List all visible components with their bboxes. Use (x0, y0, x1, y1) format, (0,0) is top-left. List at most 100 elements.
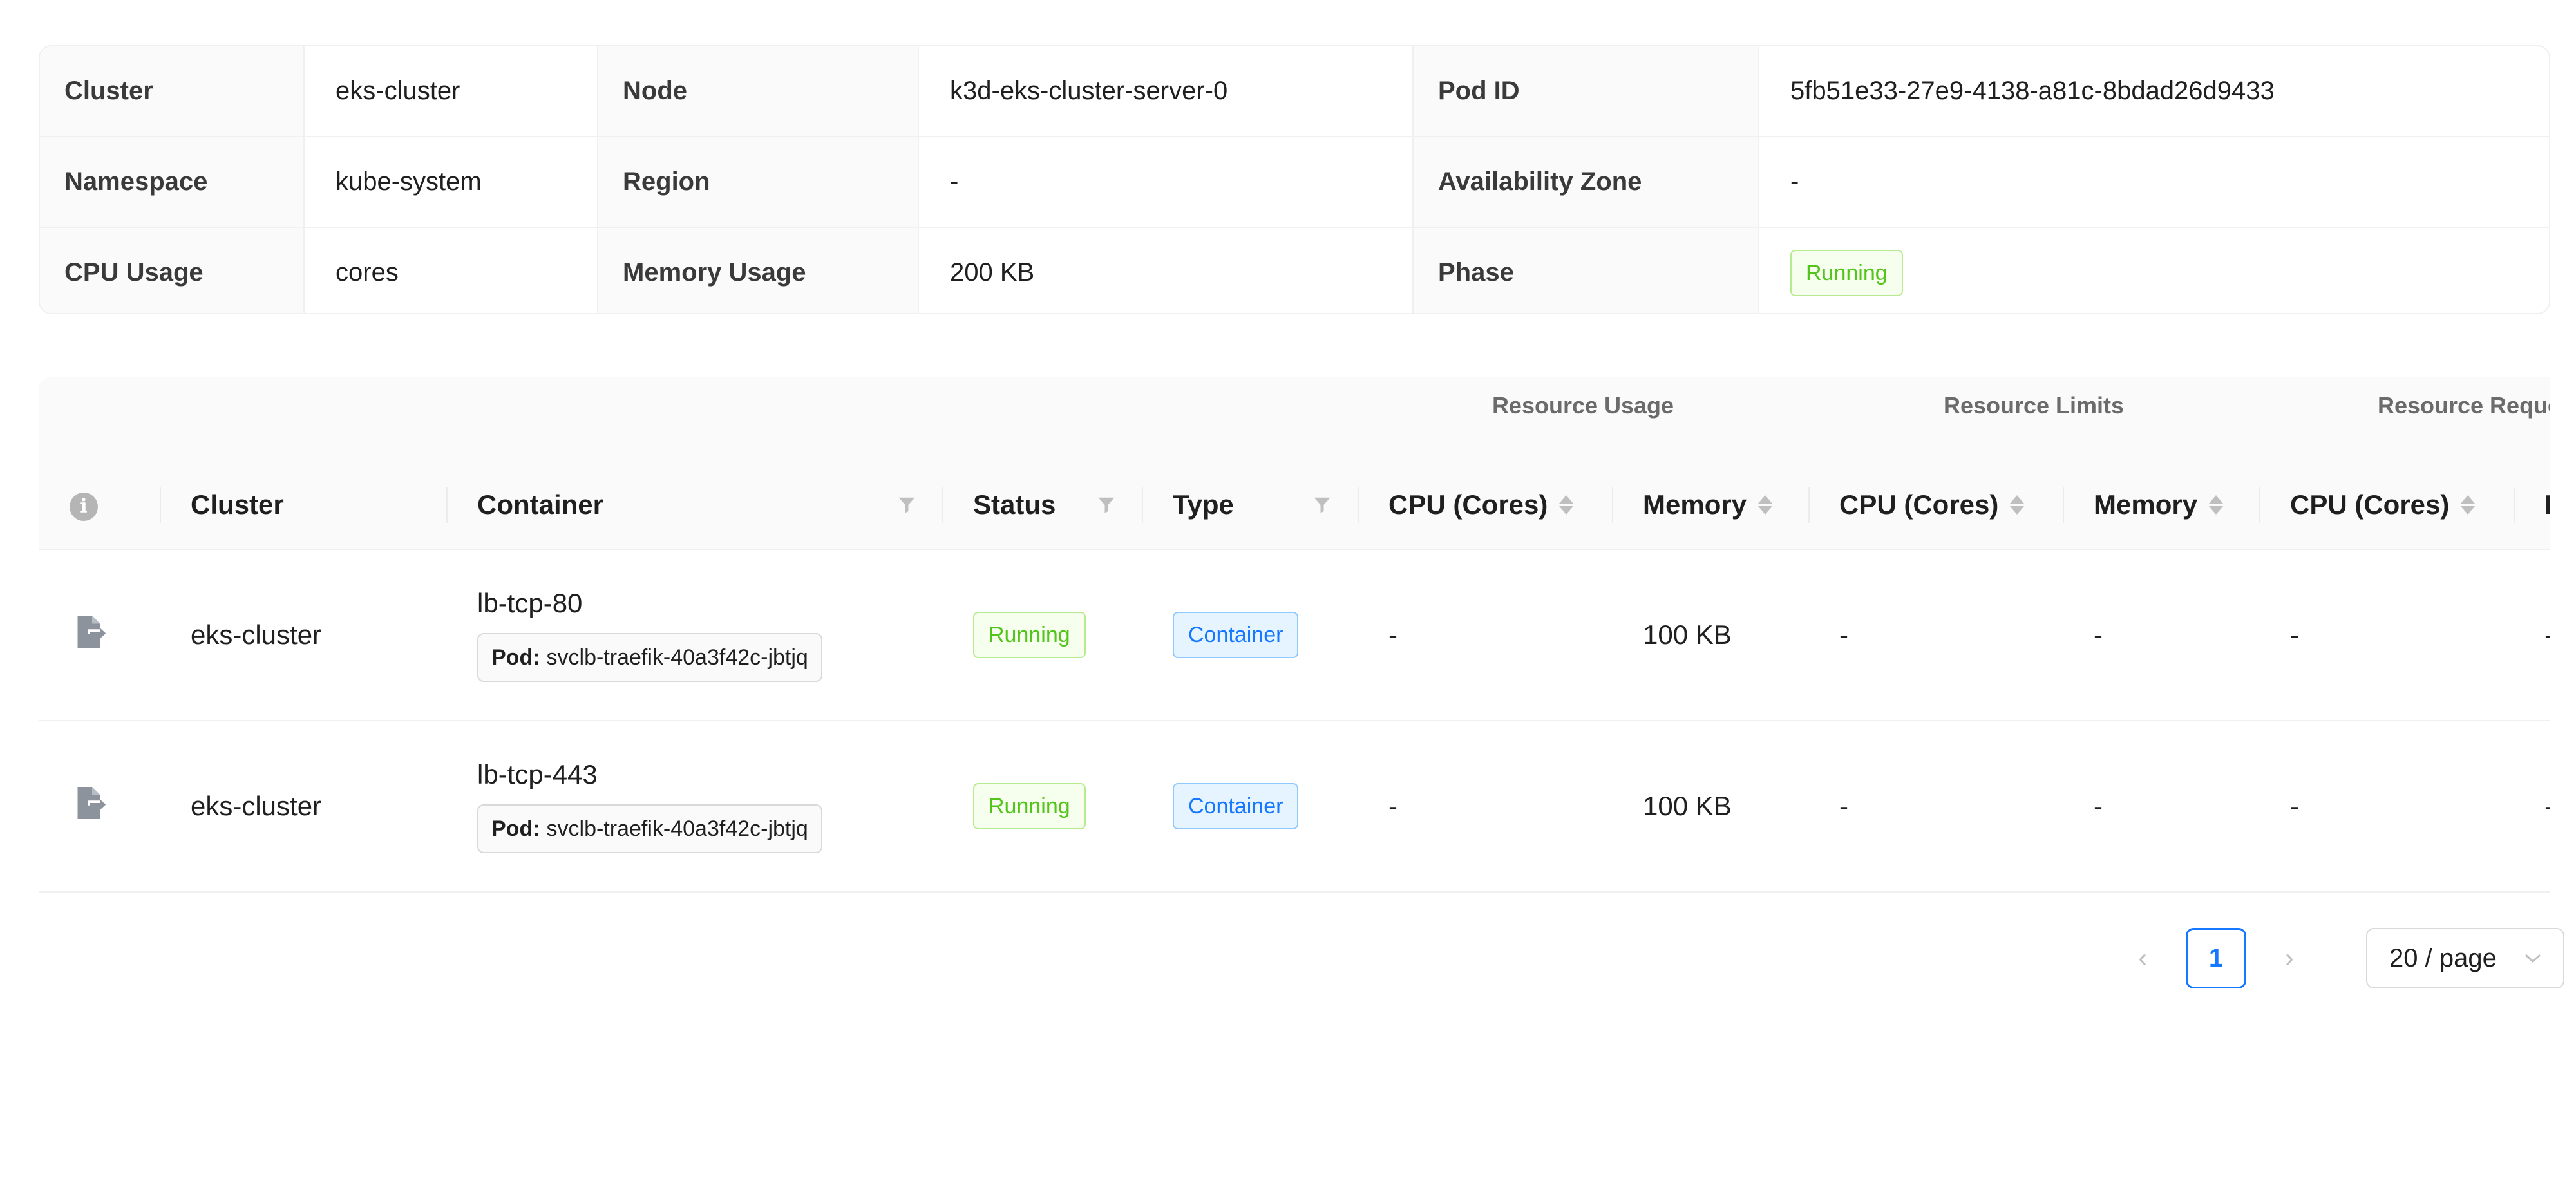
cell-status: Running (942, 721, 1142, 893)
detail-value-node: k3d-eks-cluster-server-0 (918, 46, 1414, 137)
type-badge: Container (1173, 612, 1299, 658)
cell-container: lb-tcp-80 Pod: svclb-traefik-40a3f42c-jbt… (446, 549, 942, 721)
prev-page-button[interactable]: ‹ (2112, 928, 2173, 988)
cell-requests-cpu: - (2259, 721, 2514, 893)
group-header-resource-requests: Resource Reque (2259, 377, 2550, 460)
next-page-button[interactable]: › (2259, 928, 2320, 988)
column-label-container: Container (477, 489, 604, 520)
column-header-type: Type (1142, 460, 1358, 550)
column-label-limits-memory: Memory (2094, 489, 2198, 520)
column-label-requests-cpu: CPU (Cores) (2290, 489, 2450, 520)
cell-type: Container (1142, 721, 1358, 893)
pod-details-table: Cluster eks-cluster Node k3d-eks-cluster… (39, 45, 2550, 314)
table-row: eks-cluster lb-tcp-80 Pod: svclb-traefik-… (39, 549, 2550, 721)
detail-label-namespace: Namespace (40, 136, 305, 228)
pod-tag-value: svclb-traefik-40a3f42c-jbtjq (546, 817, 808, 841)
row-action-cell (39, 721, 160, 893)
pod-tag: Pod: svclb-traefik-40a3f42c-jbtjq (477, 633, 822, 682)
filter-icon[interactable] (1312, 495, 1332, 515)
detail-label-node: Node (597, 46, 919, 137)
column-header-cluster: Cluster (160, 460, 446, 550)
cell-cluster: eks-cluster (160, 549, 446, 721)
detail-label-cluster: Cluster (40, 46, 305, 137)
containers-table: Resource Usage Resource Limits Resource … (39, 377, 2550, 895)
column-label-cluster: Cluster (191, 489, 284, 520)
cell-type: Container (1142, 549, 1358, 721)
cell-limits-cpu: - (1808, 549, 2063, 721)
pod-details-page: Cluster eks-cluster Node k3d-eks-cluster… (0, 0, 2576, 1181)
details-row: Namespace kube-system Region - Availabil… (40, 136, 2549, 228)
chevron-down-icon (2524, 954, 2541, 963)
info-icon[interactable]: i (70, 493, 98, 521)
column-header-info: i (39, 460, 160, 550)
column-header-status: Status (942, 460, 1142, 550)
container-name: lb-tcp-80 (477, 588, 583, 618)
container-name: lb-tcp-443 (477, 759, 598, 789)
detail-value-pod-id: 5fb51e33-27e9-4138-a81c-8bdad26d9433 (1758, 46, 2549, 137)
detail-label-phase: Phase (1412, 227, 1759, 313)
pagination: ‹ 1 › 20 / page (2112, 928, 2564, 988)
column-label-requests-memory: M (2544, 489, 2550, 520)
sort-icon[interactable] (2209, 495, 2224, 515)
sort-icon[interactable] (2461, 495, 2476, 515)
detail-value-cpu-usage: cores (303, 227, 598, 313)
cell-usage-cpu: - (1358, 721, 1612, 893)
details-row: CPU Usage cores Memory Usage 200 KB Phas… (40, 227, 2549, 313)
pod-tag-label: Pod: (491, 645, 540, 670)
detail-value-region: - (918, 136, 1414, 228)
page-size-value: 20 / page (2389, 943, 2497, 972)
detail-value-availability-zone: - (1758, 136, 2549, 228)
type-badge: Container (1173, 783, 1299, 829)
column-header-container: Container (446, 460, 942, 550)
details-row: Cluster eks-cluster Node k3d-eks-cluster… (40, 46, 2549, 137)
cell-limits-memory: - (2063, 721, 2260, 893)
detail-value-phase: Running (1758, 227, 2549, 313)
phase-status-badge: Running (1790, 249, 1903, 296)
cell-usage-cpu: - (1358, 549, 1612, 721)
table-group-header-row: Resource Usage Resource Limits Resource … (39, 377, 2550, 460)
detail-value-namespace: kube-system (303, 136, 598, 228)
column-header-limits-cpu[interactable]: CPU (Cores) (1808, 460, 2063, 550)
file-export-icon[interactable] (70, 784, 108, 822)
detail-value-cluster: eks-cluster (303, 46, 598, 137)
detail-label-region: Region (597, 136, 919, 228)
filter-icon[interactable] (897, 495, 916, 515)
column-header-limits-memory[interactable]: Memory (2063, 460, 2260, 550)
filter-icon[interactable] (1097, 495, 1116, 515)
file-export-icon[interactable] (70, 612, 108, 651)
cell-requests-cpu: - (2259, 549, 2514, 721)
column-label-usage-cpu: CPU (Cores) (1388, 489, 1548, 520)
pod-tag: Pod: svclb-traefik-40a3f42c-jbtjq (477, 804, 822, 853)
cell-requests-memory: - (2514, 721, 2550, 893)
pod-tag-label: Pod: (491, 817, 540, 841)
sort-icon[interactable] (1758, 495, 1773, 515)
column-label-usage-memory: Memory (1643, 489, 1747, 520)
sort-icon[interactable] (2010, 495, 2025, 515)
column-label-status: Status (973, 489, 1056, 520)
pod-tag-value: svclb-traefik-40a3f42c-jbtjq (546, 645, 808, 670)
row-action-cell (39, 549, 160, 721)
detail-value-memory-usage: 200 KB (918, 227, 1414, 313)
cell-requests-memory: - (2514, 549, 2550, 721)
table-row: eks-cluster lb-tcp-443 Pod: svclb-traefik… (39, 721, 2550, 893)
detail-label-memory-usage: Memory Usage (597, 227, 919, 313)
table-header-row: i Cluster Container Status Type CPU (Cor… (39, 460, 2550, 550)
detail-label-cpu-usage: CPU Usage (40, 227, 305, 313)
sort-icon[interactable] (1559, 495, 1574, 515)
column-header-usage-memory[interactable]: Memory (1612, 460, 1809, 550)
column-header-requests-memory[interactable]: M (2514, 460, 2550, 550)
column-label-limits-cpu: CPU (Cores) (1839, 489, 1999, 520)
column-header-usage-cpu[interactable]: CPU (Cores) (1358, 460, 1612, 550)
cell-limits-memory: - (2063, 549, 2260, 721)
page-size-select[interactable]: 20 / page (2366, 928, 2564, 988)
cell-container: lb-tcp-443 Pod: svclb-traefik-40a3f42c-jb… (446, 721, 942, 893)
detail-label-availability-zone: Availability Zone (1412, 136, 1759, 228)
cell-status: Running (942, 549, 1142, 721)
column-header-requests-cpu[interactable]: CPU (Cores) (2259, 460, 2514, 550)
page-1-button[interactable]: 1 (2186, 928, 2246, 988)
column-label-type: Type (1173, 489, 1234, 520)
detail-label-pod-id: Pod ID (1412, 46, 1759, 137)
group-header-resource-limits: Resource Limits (1808, 377, 2260, 460)
cell-cluster: eks-cluster (160, 721, 446, 893)
status-badge: Running (973, 783, 1086, 829)
